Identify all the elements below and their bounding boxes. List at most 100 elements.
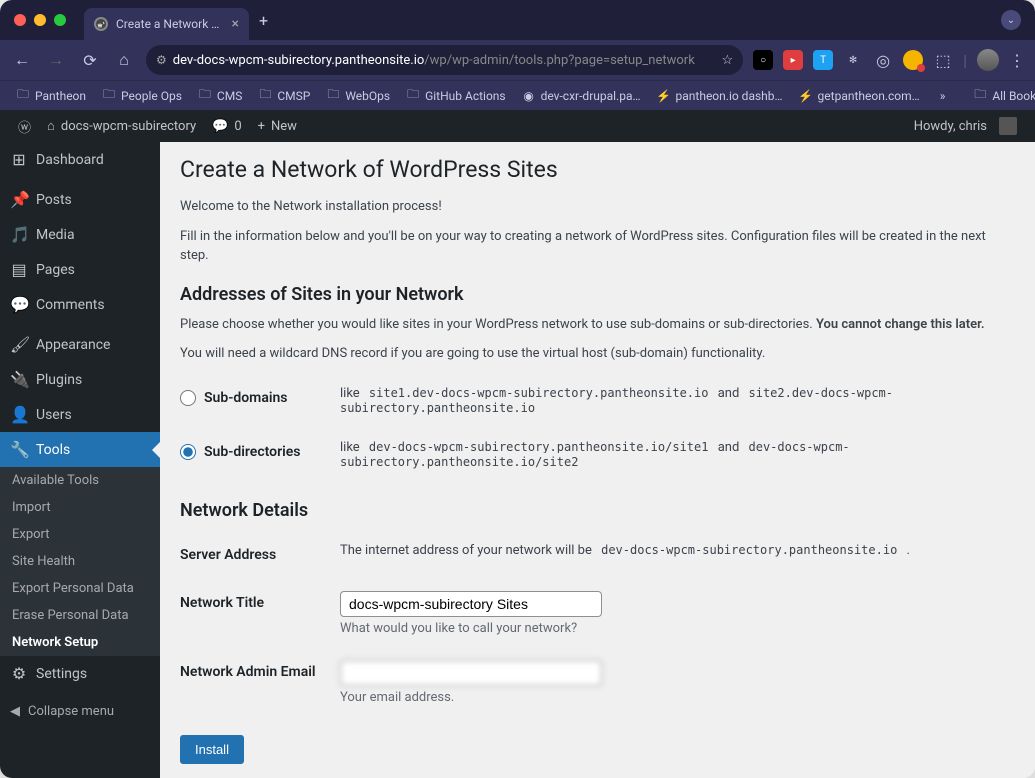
bookmark-folder[interactable]: 🗀Pantheon [10,86,92,106]
tabs-dropdown-button[interactable]: ⌄ [1001,10,1021,30]
sidebar-item-media[interactable]: 🎵Media [0,217,160,252]
wildcard-note: You will need a wildcard DNS record if y… [180,344,1015,364]
folder-icon: 🗀 [16,89,30,103]
home-button[interactable]: ⌂ [112,50,136,70]
extension-icon[interactable]: ○ [753,50,773,70]
new-tab-button[interactable]: + [259,11,268,30]
window-controls [14,14,66,26]
plus-icon: + [258,119,265,134]
subdomains-radio[interactable] [180,390,196,406]
folder-icon: 🗀 [102,89,116,103]
page-title: Create a Network of WordPress Sites [180,156,1015,183]
wp-adminbar: ⓦ ⌂docs-wpcm-subirectory 💬0 +New Howdy, … [0,110,1035,142]
addresses-note: Please choose whether you would like sit… [180,315,1015,335]
new-content-menu[interactable]: +New [250,110,305,142]
reload-button[interactable]: ⟳ [78,51,102,70]
network-title-input[interactable] [340,591,602,617]
subdirectories-example: like dev-docs-wpcm-subirectory.pantheons… [340,428,1015,482]
browser-menu-button[interactable]: ⋮ [1009,51,1025,70]
close-window-button[interactable] [14,14,26,26]
bookmark-folder[interactable]: 🗀WebOps [320,86,396,106]
admin-email-description: Your email address. [340,690,1015,705]
submenu-import[interactable]: Import [0,494,160,521]
extension-icon[interactable]: ✻ [843,50,863,70]
site-icon: ⚡ [657,89,671,103]
submenu-available-tools[interactable]: Available Tools [0,467,160,494]
user-avatar [999,117,1017,135]
url-path: /wp/wp-admin/tools.php?page=setup_networ… [424,53,695,68]
addresses-heading: Addresses of Sites in your Network [180,284,1015,305]
sidebar-item-appearance[interactable]: 🖌Appearance [0,327,160,362]
sidebar-item-tools[interactable]: 🔧Tools [0,432,160,467]
site-name-menu[interactable]: ⌂docs-wpcm-subirectory [39,110,204,142]
welcome-text: Welcome to the Network installation proc… [180,197,1015,217]
forward-button[interactable]: → [44,50,68,70]
main-content: Create a Network of WordPress Sites Welc… [160,142,1035,778]
extension-icon[interactable] [903,50,923,70]
wp-logo-menu[interactable]: ⓦ [10,110,39,142]
folder-icon: 🗀 [258,89,272,103]
site-settings-icon[interactable]: ⚙ [156,53,167,67]
close-tab-button[interactable]: × [232,16,239,32]
bookmark-folder[interactable]: 🗀People Ops [96,86,188,106]
sidebar-item-users[interactable]: 👤Users [0,397,160,432]
folder-icon: 🗀 [973,89,987,103]
install-button[interactable]: Install [180,735,244,764]
network-title-description: What would you like to call your network… [340,621,1015,636]
submenu-export[interactable]: Export [0,521,160,548]
subdirectories-label[interactable]: Sub-directories [204,444,301,460]
bookmark-folder[interactable]: 🗀GitHub Actions [400,86,512,106]
tools-submenu: Available Tools Import Export Site Healt… [0,467,160,656]
submenu-network-setup[interactable]: Network Setup [0,629,160,656]
minimize-window-button[interactable] [34,14,46,26]
bookmark-folder[interactable]: 🗀CMS [192,86,248,106]
extension-icon[interactable]: T [813,50,833,70]
bookmark-star-icon[interactable]: ☆ [721,53,733,68]
address-bar[interactable]: ⚙ dev-docs-wpcm-subirectory.pantheonsite… [146,45,743,75]
wordpress-icon: ⓦ [18,117,31,136]
bookmark-item[interactable]: ⚡pantheon.io dashb… [651,86,789,106]
extension-icon[interactable]: ▸ [783,50,803,70]
bookmark-item[interactable]: ◉dev-cxr-drupal.pa… [516,86,647,106]
subdomains-label[interactable]: Sub-domains [204,390,288,406]
folder-icon: 🗀 [406,89,420,103]
collapse-menu-button[interactable]: ◀Collapse menu [0,696,160,727]
subdomains-example: like site1.dev-docs-wpcm-subirectory.pan… [340,374,1015,428]
media-icon: 🎵 [10,225,28,244]
admin-email-input[interactable] [340,660,602,686]
bookmark-folder[interactable]: 🗀CMSP [252,86,316,106]
sidebar-item-comments[interactable]: 💬Comments [0,287,160,322]
browser-tab[interactable]: Create a Network of WordPr… × [84,8,249,40]
site-icon: ⚡ [799,89,813,103]
sidebar-item-settings[interactable]: ⚙Settings [0,656,160,691]
details-heading: Network Details [180,500,1015,521]
admin-email-label: Network Admin Email [180,648,340,717]
comments-menu[interactable]: 💬0 [204,110,250,142]
extensions-menu-icon[interactable]: ⬚ [933,50,953,70]
submenu-export-personal[interactable]: Export Personal Data [0,575,160,602]
my-account-menu[interactable]: Howdy, chris [906,117,1025,135]
back-button[interactable]: ← [10,50,34,70]
extension-icon[interactable]: ◎ [873,50,893,70]
maximize-window-button[interactable] [54,14,66,26]
bookmarks-overflow-button[interactable]: » [934,89,952,103]
dashboard-icon: ⊞ [10,150,28,169]
user-icon: 👤 [10,405,28,424]
site-icon: ◉ [522,89,536,103]
sidebar-item-posts[interactable]: 📌Posts [0,182,160,217]
page-icon: ▤ [10,260,28,279]
server-address-value: The internet address of your network wil… [340,531,1015,579]
bookmark-item[interactable]: ⚡getpantheon.com… [793,86,926,106]
tab-title: Create a Network of WordPr… [116,17,224,31]
comment-icon: 💬 [212,119,228,134]
sidebar-item-dashboard[interactable]: ⊞Dashboard [0,142,160,177]
all-bookmarks-button[interactable]: 🗀All Bookmarks [967,86,1035,106]
profile-avatar[interactable] [977,49,999,71]
plug-icon: 🔌 [10,370,28,389]
submenu-site-health[interactable]: Site Health [0,548,160,575]
server-address-label: Server Address [180,531,340,579]
sidebar-item-plugins[interactable]: 🔌Plugins [0,362,160,397]
subdirectories-radio[interactable] [180,444,196,460]
submenu-erase-personal[interactable]: Erase Personal Data [0,602,160,629]
sidebar-item-pages[interactable]: ▤Pages [0,252,160,287]
